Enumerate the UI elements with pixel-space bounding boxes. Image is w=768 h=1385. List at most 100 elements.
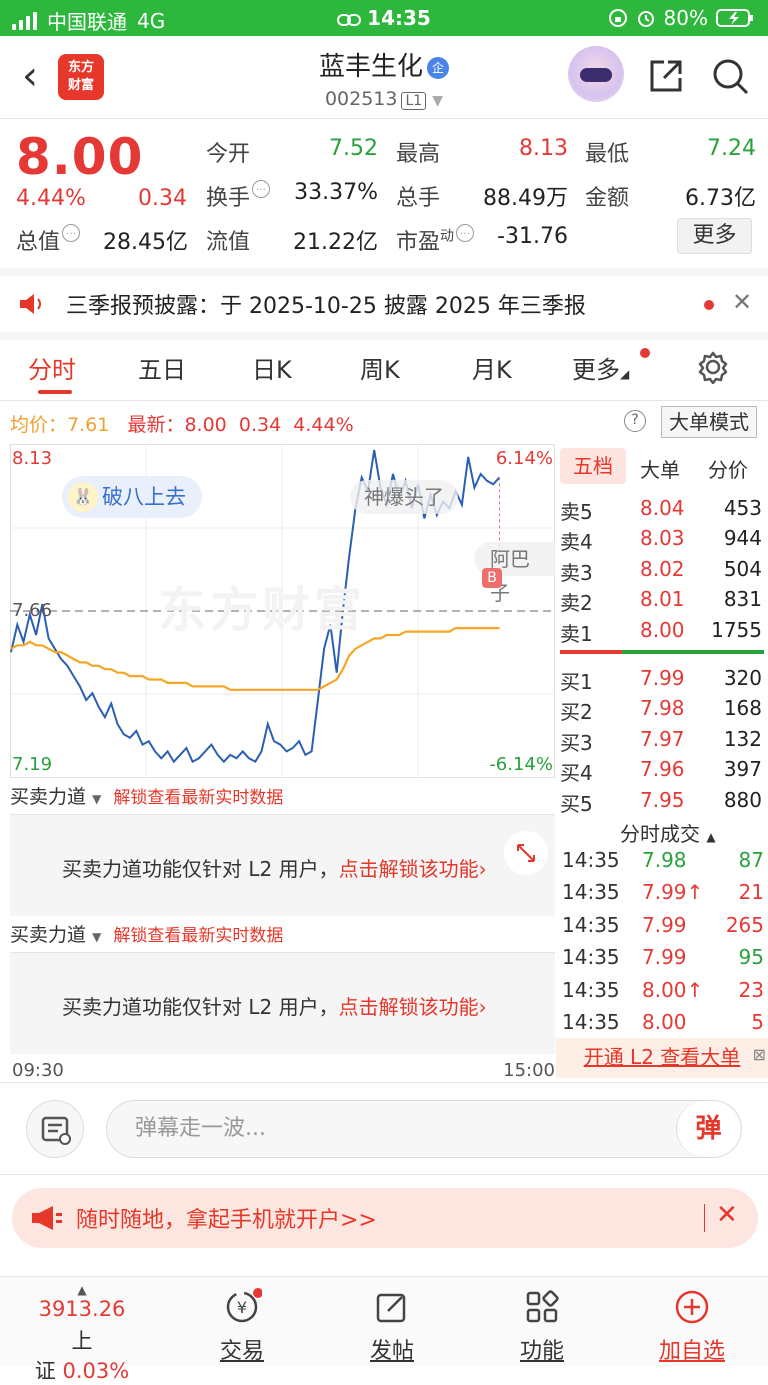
flow-title[interactable]: 买卖力道 ▼ [10,924,101,946]
info-icon[interactable]: … [456,224,475,242]
settings-gear-icon[interactable] [696,350,730,384]
trade-row: 14:35 8.00 5 [556,1008,768,1040]
latest-value: 8.00 [184,414,227,436]
promo-close-button[interactable]: ✕ [716,1200,738,1230]
tab-price-volume[interactable]: 分价 [708,454,748,483]
danmu-input[interactable]: 弹幕走一波... [106,1100,742,1158]
notice-bar[interactable]: 三季报预披露：于 2025-10-25 披露 2025 年三季报 ✕ [0,276,768,332]
assistant-avatar[interactable] [568,46,624,102]
sell-row[interactable]: 卖4 8.03 944 [556,524,768,554]
unlock-function-link[interactable]: 点击解锁该功能› [339,857,487,881]
notice-close-button[interactable]: ✕ [732,288,752,316]
tab-more[interactable]: 更多◢ [572,350,629,385]
danmu-settings-button[interactable] [26,1100,84,1158]
trade-vol: 265 [725,912,764,937]
float-value: 21.22亿 [293,230,378,255]
trade-time: 14:35 [562,912,620,937]
big-order-mode-button[interactable]: 大单模式 [661,406,757,438]
promo-banner[interactable]: 随时随地，拿起手机就开户>> ✕ [12,1188,758,1248]
help-icon[interactable]: ? [624,410,646,432]
trade-ticks: 分时成交 ▲ 14:35 7.98 87 14:35 7.99↑ 21 14:35 7.99 2… [556,814,768,1054]
pe-value: -31.76 [497,224,568,249]
unlock-link[interactable]: 解锁查看最新实时数据 [113,926,283,946]
pct-bottom-label: -6.14% [489,754,553,775]
info-icon[interactable]: … [252,180,271,198]
buy-row[interactable]: 买4 7.96 397 [556,755,768,785]
flow-title[interactable]: 买卖力道 ▼ [10,786,101,808]
tab-trade[interactable]: ¥ 交易 [192,1287,292,1365]
change-percent: 4.44% [16,186,86,211]
intraday-chart[interactable]: 东方财富 8.13 7.66 7.19 6.14% -6.14% 🐰 破八上去 神… [10,444,555,778]
buy-row[interactable]: 买1 7.99 320 [556,664,768,694]
avg-label: 均价： [10,414,68,436]
trade-time: 14:35 [562,848,620,872]
sell-level-label: 卖5 [560,500,593,524]
sell-row[interactable]: 卖5 8.04 453 [556,494,768,524]
tab-more-label: 更多 [572,356,620,384]
index-pct: 0.03% [62,1359,130,1383]
latest-label: 最新： [127,414,185,436]
tab-daily-k[interactable]: 日K [252,350,292,385]
tab-monthly-k[interactable]: 月K [472,350,512,385]
expand-icon [517,844,535,862]
danmu-send-button[interactable]: 弹 [676,1101,740,1157]
unlock-link[interactable]: 解锁查看最新实时数据 [113,788,283,808]
buy-price: 7.96 [640,757,685,782]
turnover-label-text: 换手 [206,186,251,211]
enterprise-badge: 企 [427,56,449,79]
tab-post[interactable]: 发帖 [342,1287,442,1365]
latest-change: 0.34 [238,414,282,436]
close-icon[interactable]: ⊠ [753,1036,766,1074]
search-icon[interactable] [710,56,750,96]
flow-message: 买卖力道功能仅针对 L2 用户，点击解锁该功能› [62,991,487,1020]
tab-five-day[interactable]: 五日 [138,350,186,385]
unlock-function-link[interactable]: 点击解锁该功能› [339,995,487,1019]
speaker-icon [20,294,41,314]
battery-percent: 80% [663,6,708,30]
open-l2-link[interactable]: 开通 L2 查看大单 ⊠ [556,1038,768,1078]
flow-title-text: 买卖力道 [10,924,87,946]
new-dot [640,348,650,358]
tab-five-levels[interactable]: 五档 [560,448,626,484]
tab-weekly-k[interactable]: 周K [360,350,400,385]
sell-level-label: 卖4 [560,530,593,555]
tab-add-watchlist-label: 加自选 [658,1339,725,1364]
sell-row[interactable]: 卖1 8.00 1755 [556,616,768,646]
danmu-bar: 弹幕走一波... 弹 [0,1082,768,1174]
expand-button[interactable] [504,831,548,875]
tag-bubble[interactable]: 🐰 破八上去 [62,476,202,518]
trade-time: 14:35 [562,945,620,970]
sell-row[interactable]: 卖3 8.02 504 [556,555,768,585]
info-icon[interactable]: … [62,224,81,242]
buy-row[interactable]: 买3 7.97 132 [556,725,768,755]
buy-row[interactable]: 买5 7.95 880 [556,786,768,816]
price-summary-line: 均价：7.61 最新：8.00 0.34 4.44% [10,410,354,437]
flow-message-text: 买卖力道功能仅针对 L2 用户， [62,995,339,1019]
buy-price: 7.95 [640,787,685,812]
index-quote[interactable]: ▲ 3913.26 上证 0.03% [32,1283,132,1385]
trade-vol: 95 [738,945,764,970]
buy-strength-bar [622,650,764,654]
tab-add-watchlist[interactable]: 加自选 [642,1287,742,1365]
buy-volume: 880 [723,787,762,812]
rotation-lock-icon [608,9,627,27]
share-icon[interactable] [648,58,684,94]
more-button[interactable]: 更多 [677,218,752,254]
link-icon [337,13,362,26]
trade-vol: 87 [738,848,764,872]
high-value: 8.13 [519,136,568,161]
trade-row: 14:35 7.99↑ 21 [556,878,768,910]
stock-name-text: 蓝丰生化 [318,52,423,82]
tab-big-orders[interactable]: 大单 [640,454,680,483]
tab-functions[interactable]: 功能 [492,1287,592,1365]
buy-row[interactable]: 买2 7.98 168 [556,694,768,724]
sell-row[interactable]: 卖2 8.01 831 [556,585,768,615]
buy-marker[interactable]: B [482,568,502,588]
sell-volume: 504 [723,556,762,581]
trades-title[interactable]: 分时成交 ▲ [620,818,716,847]
tab-intraday[interactable]: 分时 [28,350,76,385]
megaphone-icon [32,1206,62,1230]
y-ref-label: 7.66 [12,600,53,621]
watermark: 东方财富 [158,582,367,638]
pe-label-text: 市盈 [396,230,441,255]
